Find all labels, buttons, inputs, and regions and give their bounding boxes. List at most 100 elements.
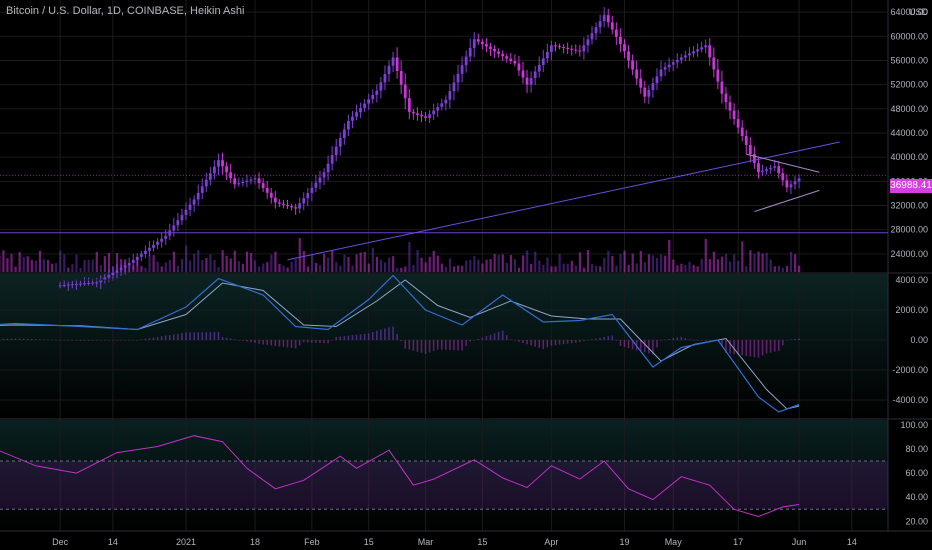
candle-body: [237, 183, 241, 185]
volume-bar: [213, 260, 216, 272]
volume-bar: [26, 256, 29, 272]
candle-body: [420, 114, 423, 117]
candle-body: [213, 166, 216, 174]
candle-body: [675, 59, 679, 63]
candle-body: [196, 192, 200, 200]
candle-body: [574, 49, 578, 51]
macd-histogram-bar: [485, 336, 488, 340]
volume-bar: [160, 266, 163, 272]
price-tick-label: 28000.00: [890, 225, 928, 235]
macd-histogram-bar: [599, 337, 601, 340]
macd-histogram-bar: [416, 340, 419, 352]
macd-histogram-bar: [648, 340, 650, 354]
macd-histogram-bar: [562, 340, 565, 345]
volume-bar: [517, 267, 521, 272]
macd-histogram-bar: [140, 339, 143, 340]
candle-body: [79, 283, 82, 285]
candle-body: [310, 187, 314, 193]
macd-histogram-bar: [574, 340, 577, 343]
candle-body: [623, 44, 626, 52]
volume-bar: [668, 239, 671, 272]
candle-body: [87, 282, 90, 284]
candle-body: [655, 76, 659, 84]
volume-bar: [392, 256, 395, 272]
candle-body: [606, 15, 610, 23]
candle-body: [261, 183, 265, 188]
candle-body: [578, 50, 582, 52]
macd-histogram-bar: [603, 337, 605, 340]
volume-bar: [327, 257, 330, 272]
macd-tick-label: -4000.00: [892, 395, 928, 405]
macd-histogram-bar: [237, 340, 240, 341]
volume-bar: [14, 266, 17, 272]
candle-body: [403, 84, 407, 99]
candle-body: [265, 187, 269, 193]
volume-bar: [416, 250, 419, 272]
candle-body: [91, 282, 95, 284]
volume-bar: [156, 261, 159, 272]
volume-bar: [197, 250, 200, 272]
candle-body: [566, 47, 570, 49]
candle-body: [692, 51, 695, 54]
candle-body: [785, 180, 789, 188]
candle-body: [83, 283, 86, 285]
candle-body: [777, 166, 781, 174]
macd-histogram-bar: [587, 340, 589, 341]
macd-histogram-bar: [518, 340, 520, 342]
candle-body: [379, 82, 383, 91]
volume-bar: [619, 254, 622, 272]
macd-histogram-bar: [59, 340, 61, 341]
candle-body: [489, 46, 492, 49]
chart-canvas[interactable]: 64000.0060000.0056000.0052000.0048000.00…: [0, 0, 932, 550]
candle-body: [221, 160, 224, 167]
macd-histogram-bar: [424, 340, 427, 355]
macd-tick-label: 2000.00: [895, 305, 928, 315]
candle-body: [416, 113, 419, 115]
candle-body: [233, 178, 237, 185]
volume-bar: [704, 238, 707, 272]
candle-body: [277, 202, 281, 204]
candle-body: [428, 114, 431, 118]
volume-bar: [574, 265, 577, 272]
macd-histogram-bar: [71, 340, 74, 341]
volume-bar: [688, 261, 691, 272]
volume-bar: [781, 267, 785, 272]
volume-bar: [282, 265, 285, 272]
candle-body: [399, 71, 403, 85]
macd-histogram-bar: [501, 330, 504, 340]
macd-histogram-bar: [331, 340, 333, 341]
macd-histogram-bar: [311, 340, 313, 343]
volume-bar: [266, 262, 269, 272]
volume-bar: [71, 264, 74, 272]
candle-body: [249, 179, 253, 181]
candle-body: [720, 81, 724, 94]
candle-body: [111, 272, 115, 276]
volume-bar: [63, 254, 66, 272]
rsi-tick-label: 20.00: [905, 516, 928, 526]
volume-bar: [83, 260, 86, 272]
macd-histogram-bar: [477, 338, 480, 340]
volume-bar: [432, 250, 435, 272]
macd-histogram-bar: [749, 340, 752, 357]
candle-body: [371, 94, 375, 100]
candle-body: [635, 69, 639, 79]
macd-histogram-bar: [558, 340, 561, 345]
volume-bar: [318, 265, 322, 272]
macd-histogram-bar: [761, 340, 764, 356]
candle-body: [468, 47, 472, 57]
macd-histogram-bar: [757, 340, 760, 358]
volume-bar: [314, 263, 318, 272]
candle-body: [602, 15, 606, 22]
candle-body: [355, 112, 358, 117]
macd-histogram-bar: [104, 340, 106, 341]
time-tick-label: May: [665, 537, 683, 547]
macd-histogram-bar: [733, 340, 735, 355]
volume-bar: [420, 257, 423, 272]
candle-body: [131, 259, 135, 263]
volume-bar: [286, 267, 289, 272]
volume-bar: [290, 261, 293, 272]
volume-bar: [79, 267, 82, 272]
macd-histogram-bar: [144, 338, 147, 340]
time-tick-label: 2021: [176, 537, 196, 547]
macd-histogram-bar: [2, 338, 5, 340]
